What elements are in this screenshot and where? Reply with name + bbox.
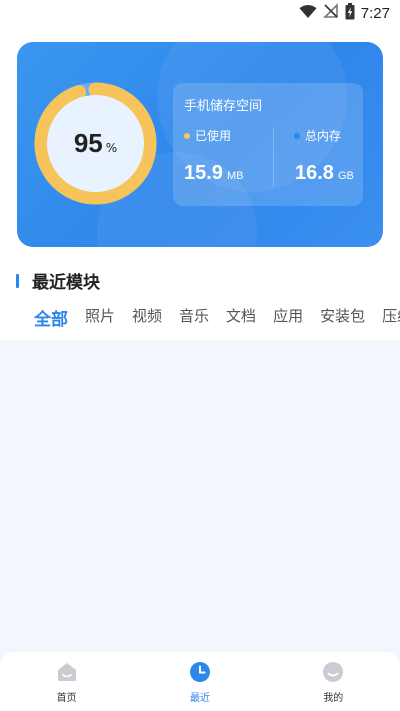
profile-icon bbox=[323, 662, 344, 682]
percent-unit: % bbox=[105, 140, 118, 155]
used-value: 15.9 bbox=[184, 162, 223, 184]
used-legend: 已使用 bbox=[184, 127, 231, 144]
nav-home[interactable]: 首页 bbox=[0, 652, 133, 711]
status-time: 7:27 bbox=[360, 4, 390, 22]
section-title: 最近模块 bbox=[32, 273, 100, 293]
total-unit: GB bbox=[337, 170, 354, 182]
tab-7[interactable]: 压缩 bbox=[382, 305, 400, 330]
tab-2[interactable]: 视频 bbox=[132, 305, 162, 330]
status-bar: 7:27 bbox=[0, 0, 400, 26]
total-value: 16.8 bbox=[295, 162, 334, 184]
nav-profile-label: 我的 bbox=[323, 693, 344, 704]
used-value-group: 15.9 MB bbox=[184, 162, 243, 185]
used-percent: 95 bbox=[73, 128, 103, 158]
tab-0[interactable]: 全部 bbox=[34, 305, 68, 330]
tab-5[interactable]: 应用 bbox=[273, 305, 303, 330]
used-unit: MB bbox=[226, 170, 244, 182]
bottom-navigation: 首页 最近 我的 bbox=[0, 652, 400, 711]
tab-3[interactable]: 音乐 bbox=[179, 305, 209, 330]
storage-info-panel: 手机储存空间 已使用 总内存 15.9 MB 16.8 GB bbox=[173, 83, 363, 206]
total-dot-icon bbox=[294, 132, 300, 139]
total-value-group: 16.8 GB bbox=[295, 162, 354, 185]
total-legend: 总内存 bbox=[294, 127, 341, 144]
used-label: 已使用 bbox=[195, 129, 232, 143]
storage-ring: 95 % bbox=[34, 82, 157, 205]
nav-home-label: 首页 bbox=[56, 693, 77, 704]
category-tabs: 全部照片视频音乐文档应用安装包压缩 bbox=[34, 305, 400, 330]
home-icon bbox=[57, 663, 76, 681]
storage-panel-title: 手机储存空间 bbox=[184, 99, 263, 114]
tab-4[interactable]: 文档 bbox=[226, 305, 256, 330]
battery-charging-icon bbox=[345, 2, 355, 24]
ring-center: 95 % bbox=[47, 95, 144, 192]
recent-section-header: 最近模块 bbox=[16, 268, 100, 293]
tab-1[interactable]: 照片 bbox=[85, 305, 115, 330]
clock-icon bbox=[189, 662, 210, 682]
no-signal-icon bbox=[322, 3, 339, 23]
storage-card[interactable]: 95 % 手机储存空间 已使用 总内存 15.9 MB 16.8 GB bbox=[17, 42, 383, 247]
section-accent-bar bbox=[16, 273, 19, 288]
panel-divider bbox=[273, 127, 274, 187]
nav-recent[interactable]: 最近 bbox=[133, 652, 266, 711]
nav-profile[interactable]: 我的 bbox=[267, 652, 400, 711]
tab-6[interactable]: 安装包 bbox=[320, 305, 365, 330]
wifi-icon bbox=[299, 4, 317, 23]
used-dot-icon bbox=[184, 132, 190, 139]
nav-recent-label: 最近 bbox=[189, 693, 210, 704]
total-label: 总内存 bbox=[305, 129, 342, 143]
